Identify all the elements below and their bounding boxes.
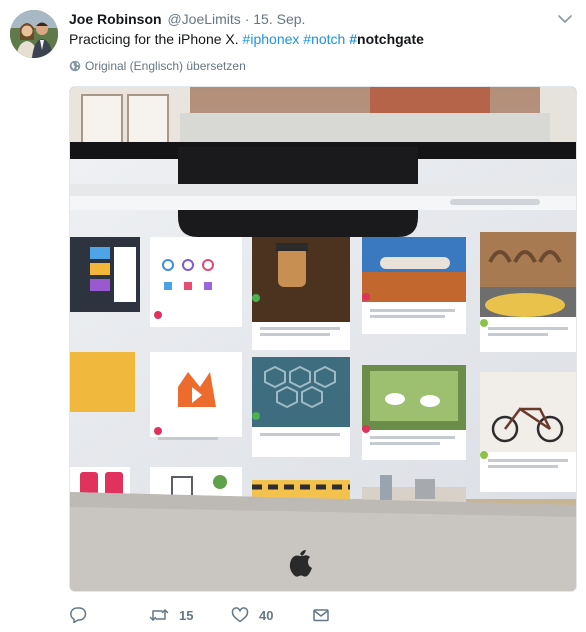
like-count: 40 [259,607,274,623]
retweet-count: 15 [179,607,194,623]
hashtag-notch[interactable]: #notch [303,31,345,47]
like-button[interactable]: 40 [231,603,273,627]
tweet-text: Practicing for the iPhone X. #iphonex #n… [69,29,424,49]
reply-button[interactable] [69,603,97,627]
tweet-body: Practicing for the iPhone X. [69,31,243,47]
tweet-photo[interactable] [69,86,577,592]
author-handle[interactable]: @JoeLimits [167,11,240,27]
hashtag-notchgate[interactable]: #notchgate [349,31,424,47]
tweet: Joe Robinson @JoeLimits · 15. Sep. Pract… [0,0,586,632]
avatar[interactable] [10,10,58,58]
translate-link[interactable]: Original (Englisch) übersetzen [69,58,246,76]
photo-image [70,87,576,591]
reply-icon [69,606,87,624]
tweet-header: Joe Robinson @JoeLimits · 15. Sep. [69,10,305,28]
retweet-button[interactable]: 15 [149,603,193,627]
chevron-down-icon[interactable] [556,12,574,26]
heart-icon [231,606,249,624]
translate-label: Original (Englisch) übersetzen [85,59,246,73]
globe-icon [69,60,81,76]
retweet-icon [149,606,169,624]
direct-message-button[interactable] [312,603,330,627]
envelope-icon [312,606,330,624]
tweet-actions: 15 40 [69,603,569,627]
tweet-timestamp[interactable]: 15. Sep. [253,11,305,27]
separator: · [244,11,250,27]
author-name[interactable]: Joe Robinson [69,11,162,27]
hashtag-iphonex[interactable]: #iphonex [243,31,300,47]
